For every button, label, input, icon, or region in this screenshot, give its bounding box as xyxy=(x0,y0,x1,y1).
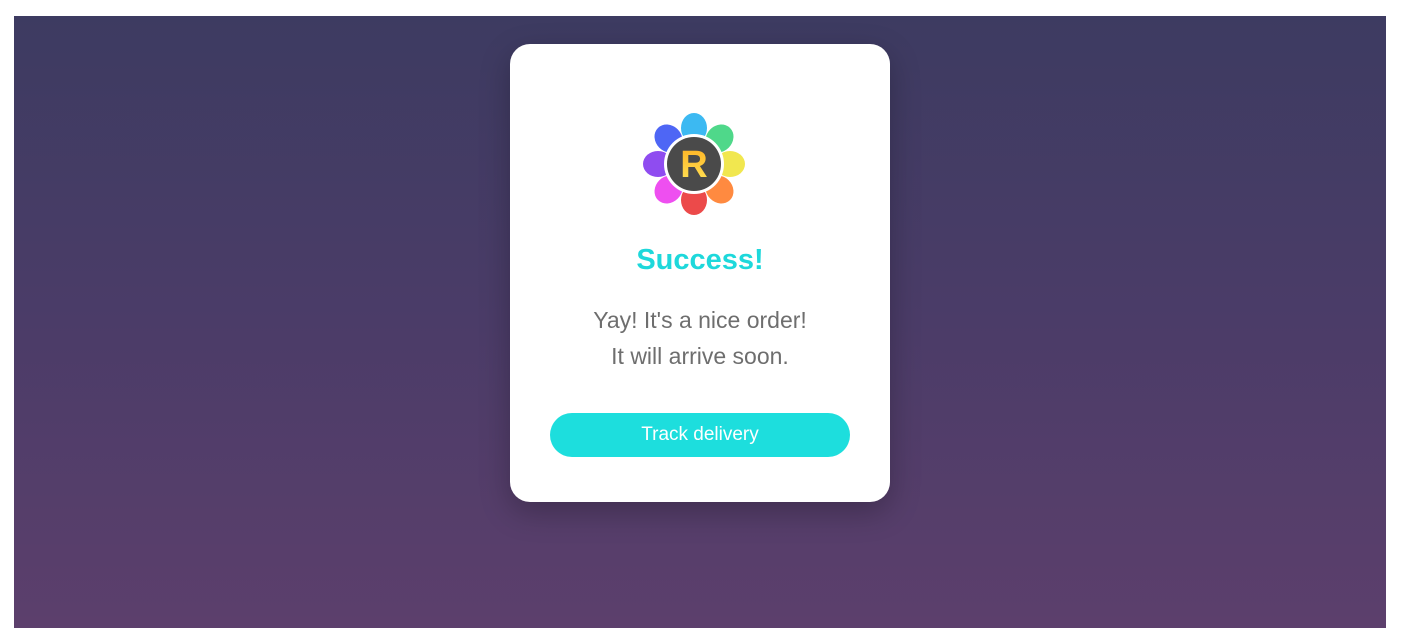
flower-r-logo-icon: R xyxy=(643,113,745,215)
track-delivery-button[interactable]: Track delivery xyxy=(550,413,850,457)
svg-text:R: R xyxy=(680,144,707,186)
message-line-1: Yay! It's a nice order! xyxy=(593,307,807,333)
success-dialog: R Success! Yay! It's a nice order! It wi… xyxy=(510,44,890,502)
message-line-2: It will arrive soon. xyxy=(611,343,789,369)
dialog-title: Success! xyxy=(636,244,764,276)
page-background: R Success! Yay! It's a nice order! It wi… xyxy=(14,16,1386,628)
dialog-message: Yay! It's a nice order! It will arrive s… xyxy=(510,302,890,374)
